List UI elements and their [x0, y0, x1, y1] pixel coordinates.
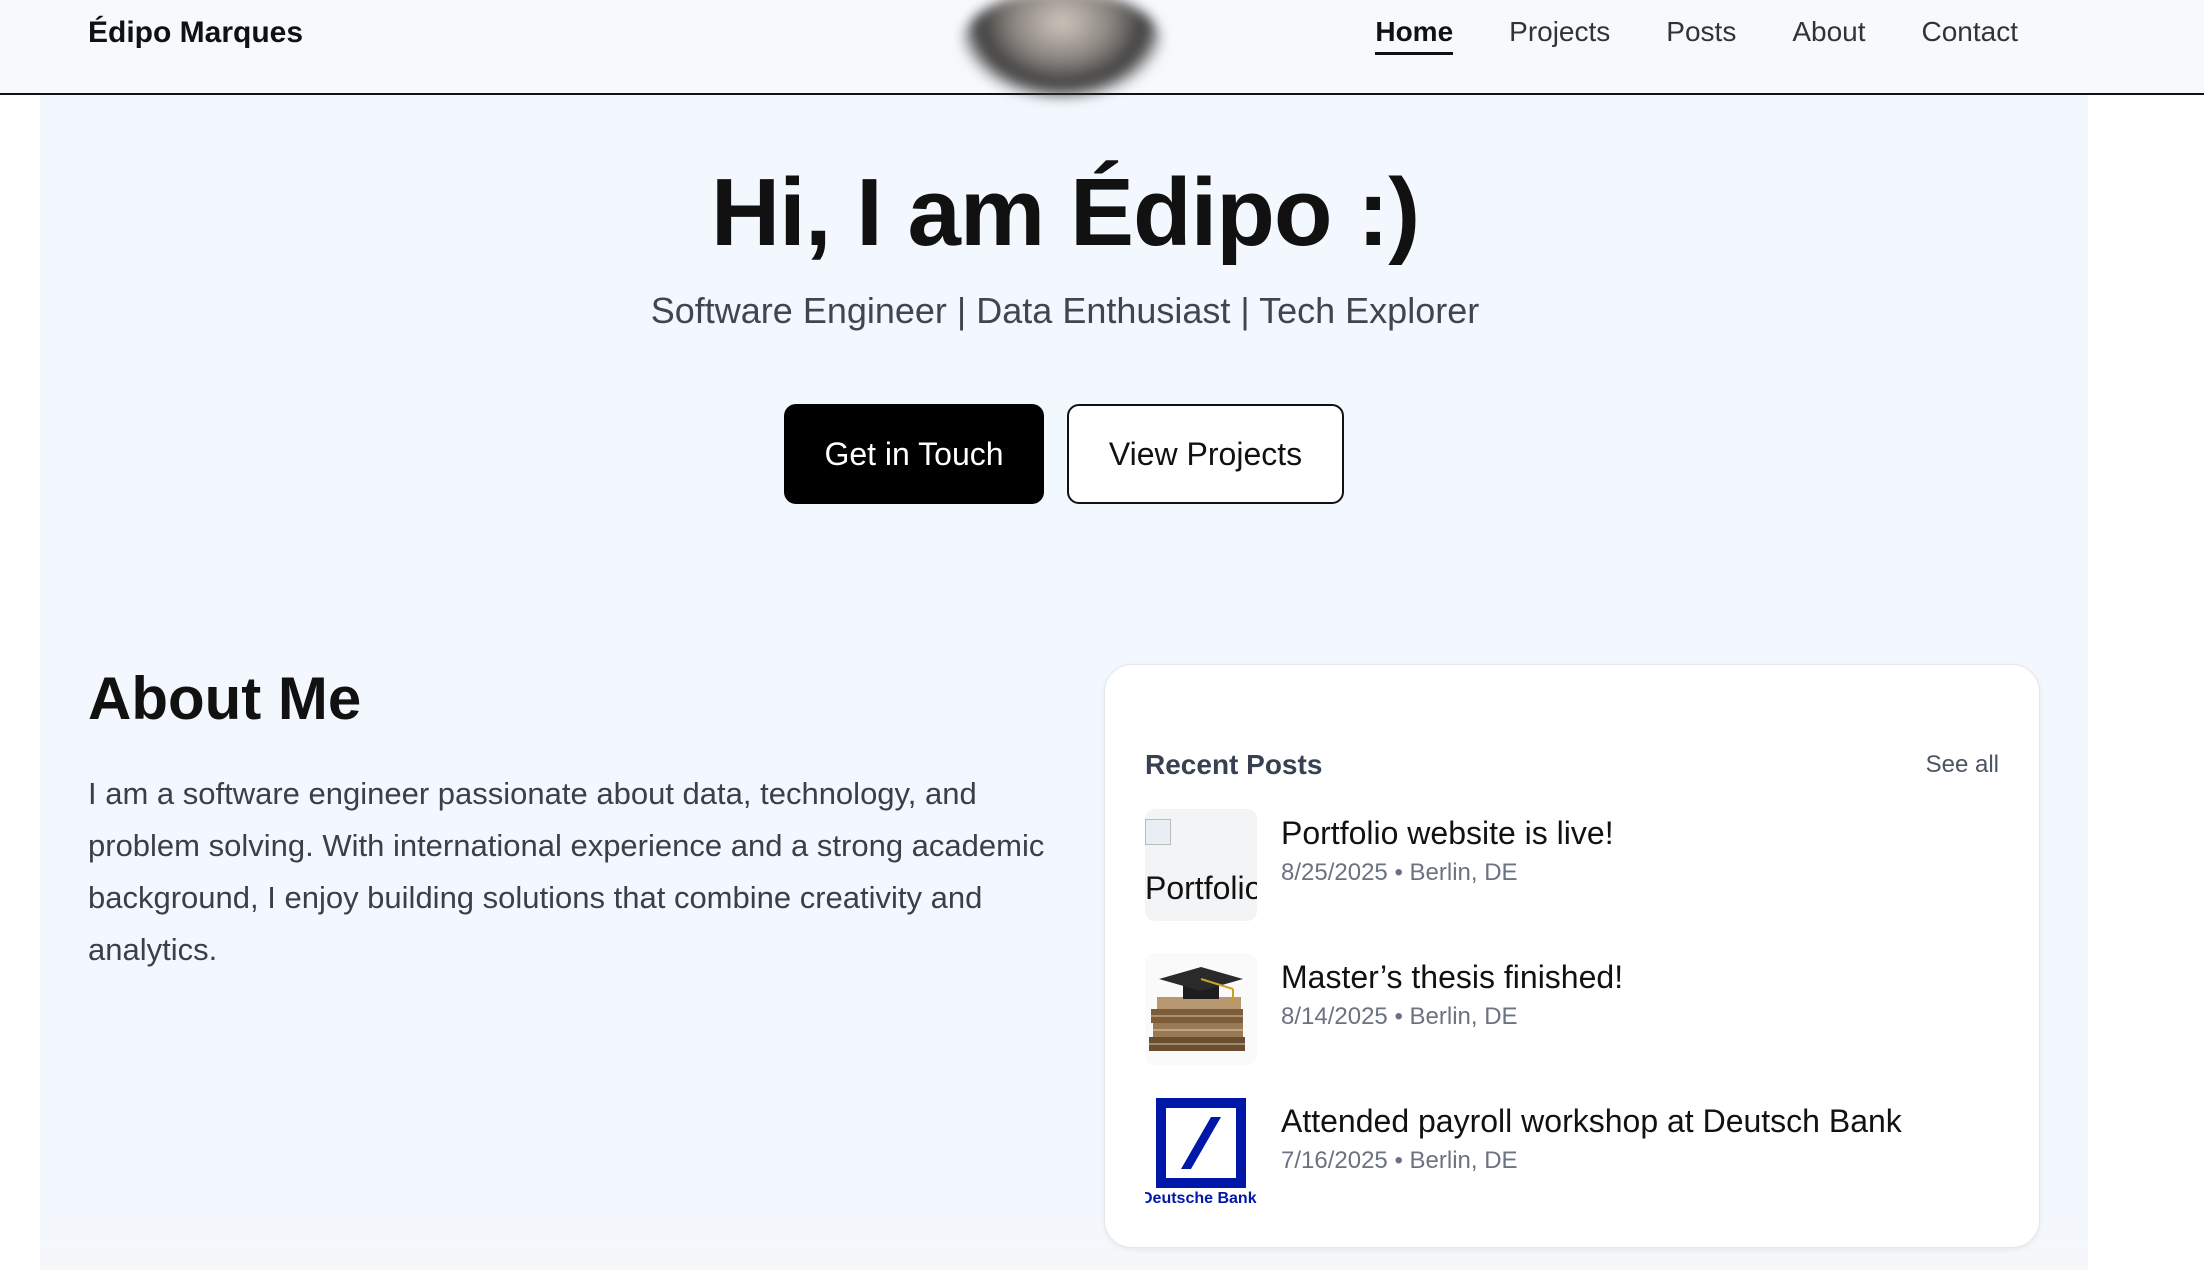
- post-meta: 7/16/2025 • Berlin, DE: [1281, 1147, 1518, 1174]
- profile-avatar: [962, 0, 1162, 98]
- recent-posts-card: Recent Posts See all Portfolio website P…: [1104, 664, 2040, 1248]
- nav-posts[interactable]: Posts: [1666, 16, 1736, 55]
- deutsche-bank-logo-icon: Deutsche Bank: [1145, 1097, 1257, 1209]
- post-thumbnail: Portfolio website: [1145, 809, 1257, 921]
- see-all-link[interactable]: See all: [1926, 751, 1999, 779]
- hero-title: Hi, I am Édipo :): [710, 159, 1420, 266]
- get-in-touch-button[interactable]: Get in Touch: [784, 404, 1044, 504]
- post-meta: 8/25/2025 • Berlin, DE: [1281, 859, 1518, 886]
- post-item[interactable]: Master’s thesis finished! 8/14/2025 • Be…: [1145, 953, 2005, 1065]
- nav-projects[interactable]: Projects: [1509, 16, 1610, 55]
- post-title[interactable]: Portfolio website is live!: [1281, 815, 1614, 852]
- post-item[interactable]: Portfolio website Portfolio website is l…: [1145, 809, 2005, 921]
- top-navigation-bar: Édipo Marques Home Projects Posts About …: [0, 0, 2204, 98]
- post-title[interactable]: Attended payroll workshop at Deutsch Ban…: [1281, 1103, 1902, 1140]
- view-projects-button[interactable]: View Projects: [1067, 404, 1344, 504]
- brand-name[interactable]: Édipo Marques: [88, 16, 303, 50]
- broken-image-icon: Portfolio website: [1145, 809, 1257, 911]
- main-nav: Home Projects Posts About Contact: [1375, 16, 2018, 55]
- post-meta: 8/14/2025 • Berlin, DE: [1281, 1003, 1518, 1030]
- post-item[interactable]: Deutsche Bank Attended payroll workshop …: [1145, 1097, 2005, 1209]
- post-title[interactable]: Master’s thesis finished!: [1281, 959, 1623, 996]
- about-title: About Me: [88, 665, 362, 732]
- nav-about[interactable]: About: [1792, 16, 1865, 55]
- nav-contact[interactable]: Contact: [1922, 16, 2019, 55]
- nav-home[interactable]: Home: [1375, 16, 1454, 55]
- recent-posts-title: Recent Posts: [1145, 749, 1323, 780]
- graduation-cap-icon: [1145, 953, 1257, 1065]
- about-text: I am a software engineer passionate abou…: [88, 776, 1045, 967]
- hero-subtitle: Software Engineer | Data Enthusiast | Te…: [650, 290, 1480, 331]
- svg-text:Deutsche Bank: Deutsche Bank: [1145, 1190, 1257, 1207]
